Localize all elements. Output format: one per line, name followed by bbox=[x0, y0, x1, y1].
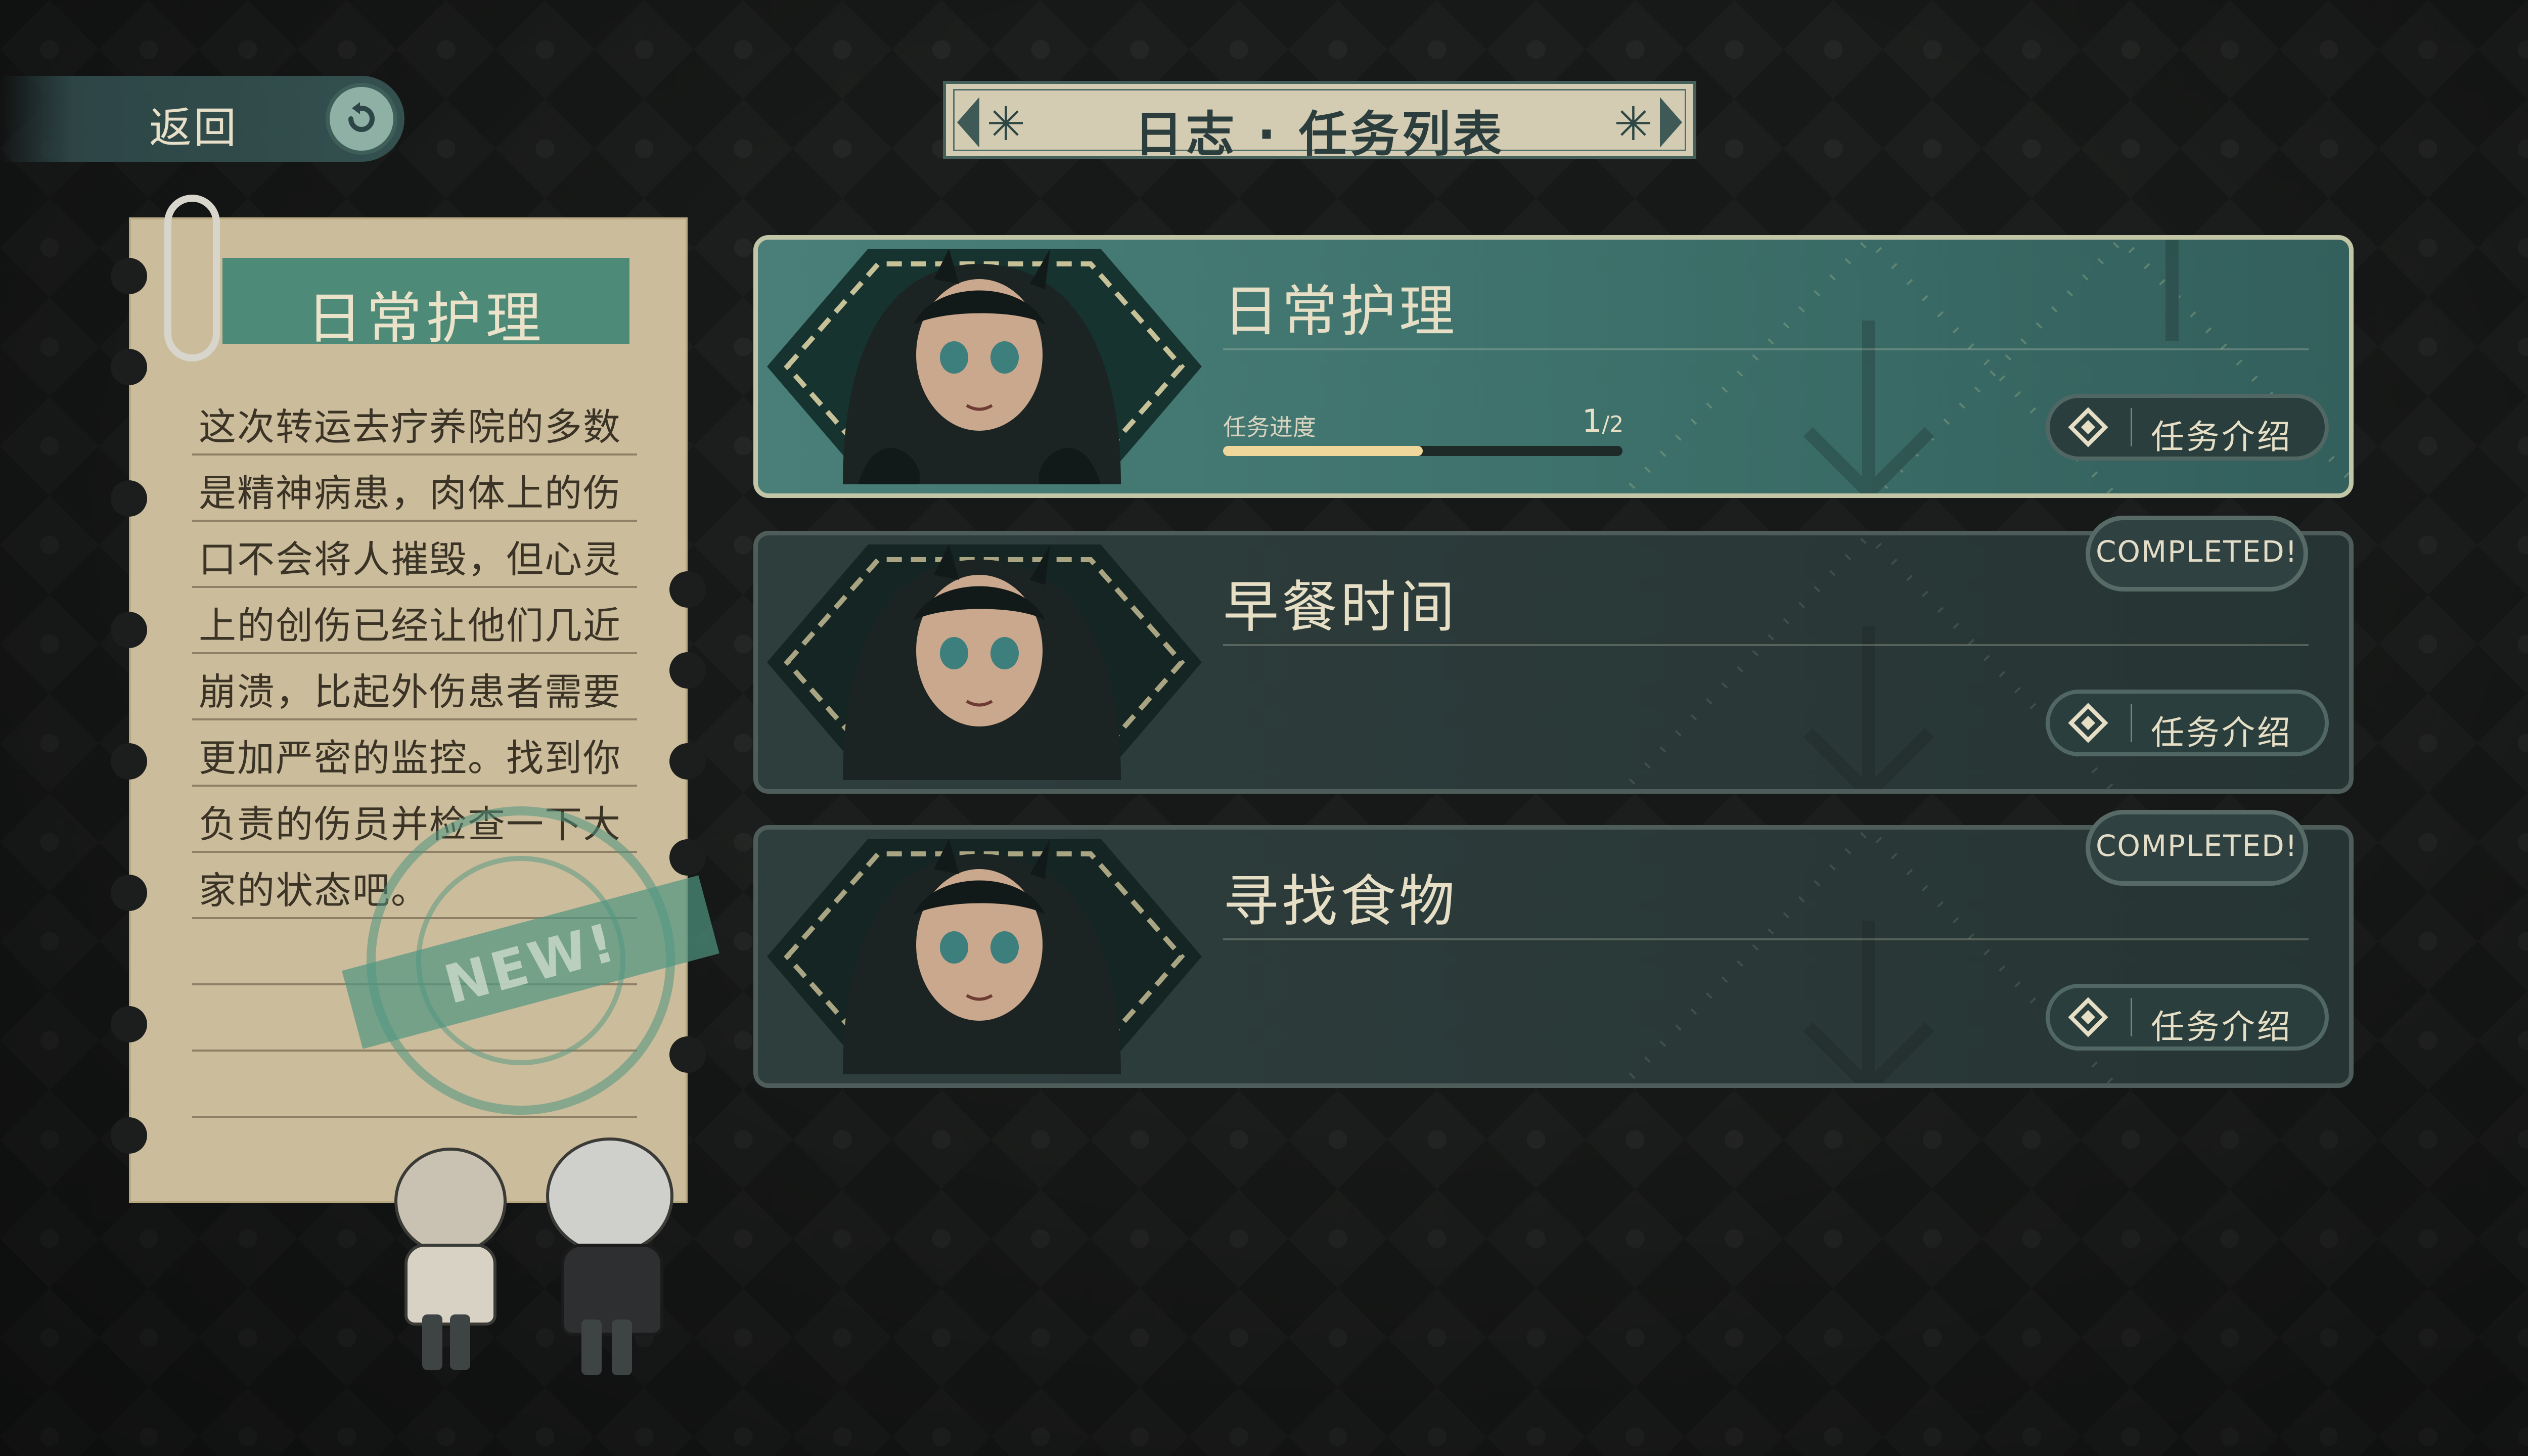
title-banner: ✳ ✳ 日志 · 任务列表 bbox=[943, 81, 1696, 163]
diamond-icon bbox=[2068, 407, 2108, 447]
character-portrait bbox=[767, 839, 1202, 1074]
diamond-icon bbox=[2068, 997, 2108, 1037]
back-button[interactable]: 返回 bbox=[0, 76, 404, 162]
character-portrait bbox=[767, 544, 1202, 780]
task-card-daily-care[interactable]: 日常护理 任务进度 1/2 任务介绍 bbox=[753, 235, 2354, 498]
diamond-icon bbox=[2068, 703, 2108, 743]
task-intro-label: 任务介绍 bbox=[2151, 418, 2292, 457]
task-intro-button[interactable]: 任务介绍 bbox=[2046, 984, 2329, 1051]
task-name: 早餐时间 bbox=[1223, 575, 1458, 640]
completed-badge: COMPLETED! bbox=[2086, 810, 2308, 886]
task-note-paper: 日常护理 这次转运去疗养院的多数是精神病患，肉体上的伤口不会将人摧毁，但心灵上的… bbox=[111, 195, 719, 1203]
chibi-character-white-hair bbox=[536, 1138, 688, 1375]
return-icon[interactable] bbox=[326, 83, 397, 155]
paperclip-icon bbox=[164, 195, 220, 361]
progress-count: 1/2 bbox=[1582, 402, 1624, 439]
character-portrait bbox=[767, 249, 1202, 484]
note-title: 日常护理 bbox=[306, 286, 546, 351]
task-name: 日常护理 bbox=[1223, 279, 1458, 344]
task-intro-button[interactable]: 任务介绍 bbox=[2046, 394, 2329, 461]
task-intro-label: 任务介绍 bbox=[2151, 713, 2292, 752]
note-title-band: 日常护理 bbox=[222, 258, 629, 351]
progress-bar bbox=[1223, 446, 1622, 456]
progress-label: 任务进度 bbox=[1223, 414, 1316, 441]
completed-badge: COMPLETED! bbox=[2086, 516, 2308, 592]
chibi-character-bandaged bbox=[374, 1148, 526, 1370]
page-title: 日志 · 任务列表 bbox=[1134, 106, 1505, 163]
task-intro-button[interactable]: 任务介绍 bbox=[2046, 690, 2329, 756]
task-intro-label: 任务介绍 bbox=[2151, 1008, 2292, 1046]
back-label: 返回 bbox=[149, 103, 239, 153]
task-name: 寻找食物 bbox=[1223, 869, 1458, 934]
